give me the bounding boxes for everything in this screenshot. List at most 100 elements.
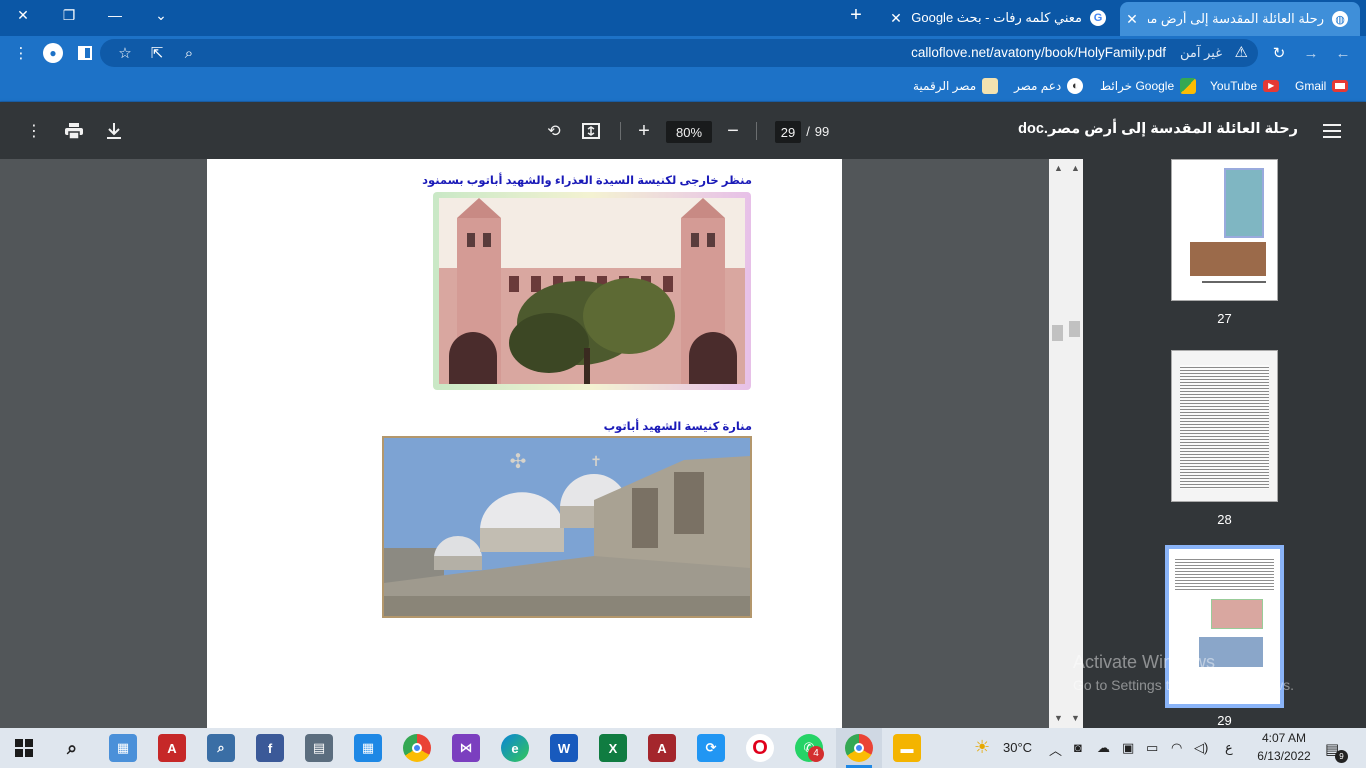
zoom-level[interactable]: 80% — [666, 121, 712, 143]
bookmark-label: Gmail — [1295, 79, 1327, 93]
restore-window-button[interactable]: ❐ — [46, 0, 92, 30]
new-tab-button[interactable]: + — [834, 0, 878, 30]
zoom-out-button[interactable]: − — [722, 120, 744, 142]
battery-icon[interactable]: ▭ — [1146, 740, 1158, 756]
cloud-icon[interactable]: ☁ — [1097, 740, 1110, 756]
caption-church-exterior: منظر خارجى لكنيسة السيدة العذراء والشهيد… — [422, 175, 752, 187]
word-icon[interactable]: W — [550, 734, 578, 762]
calculator-icon[interactable]: ▤ — [305, 734, 333, 762]
language-indicator[interactable]: ع — [1225, 740, 1233, 756]
scroll-thumb[interactable] — [1069, 321, 1080, 337]
side-panel-icon[interactable] — [74, 42, 96, 64]
menu-dots-icon[interactable]: ⋮ — [10, 42, 32, 64]
chrome-icon[interactable] — [403, 734, 431, 762]
pdf-viewer[interactable]: منظر خارجى لكنيسة السيدة العذراء والشهيد… — [0, 159, 1049, 728]
thumb-text-block — [1175, 557, 1274, 591]
volume-icon[interactable]: ◁) — [1194, 740, 1208, 756]
bookmark-gmail[interactable]: Gmail — [1295, 77, 1349, 95]
scroll-up-icon[interactable]: ▲ — [1054, 163, 1063, 173]
thumb-image — [1211, 599, 1263, 629]
search-icon[interactable]: ⌕ — [58, 734, 86, 762]
hamburger-menu-icon[interactable] — [1322, 120, 1342, 142]
edge-icon[interactable]: e — [501, 734, 529, 762]
thumb-image — [1190, 242, 1266, 276]
file-explorer-icon[interactable]: ▬ — [893, 734, 921, 762]
control-panel-icon[interactable]: ▦ — [109, 734, 137, 762]
browser-toolbar: ⋮ ● ☆ ⇱ ⌕ calloflove.net/avatony/book/Ho… — [0, 36, 1366, 70]
excel-icon[interactable]: X — [599, 734, 627, 762]
search-icon[interactable]: ⌕ — [178, 42, 200, 64]
chrome-active-icon[interactable] — [845, 734, 873, 762]
digital-egypt-icon — [982, 78, 999, 94]
share-icon[interactable]: ⇱ — [146, 42, 168, 64]
divider — [756, 122, 757, 140]
church-domes-image: ✣ ✝ — [382, 436, 752, 618]
tab-google-search[interactable]: ✕ معني كلمه رفات - بحث Google G — [884, 0, 1114, 36]
youtube-icon: ▶ — [1263, 80, 1280, 92]
sync-icon[interactable]: ⟳ — [697, 734, 725, 762]
thumbnail-sidebar: 27 28 29 — [1083, 159, 1366, 728]
thumb-image — [1224, 168, 1264, 238]
fit-page-icon[interactable] — [580, 120, 602, 142]
download-icon[interactable] — [103, 120, 125, 142]
warning-icon[interactable]: ⚠ — [1235, 43, 1248, 61]
whatsapp-badge: 4 — [808, 746, 824, 762]
rotate-icon[interactable]: ⟲ — [543, 120, 565, 142]
weather-temp[interactable]: 30°C — [1003, 740, 1032, 755]
clock-date[interactable]: 6/13/2022 — [1252, 749, 1316, 763]
close-tab-icon[interactable]: ✕ — [1124, 11, 1140, 28]
profile-icon[interactable]: ● — [42, 42, 64, 64]
divider — [620, 122, 621, 140]
reload-icon[interactable]: ↻ — [1268, 42, 1290, 64]
back-icon[interactable]: ← — [1332, 42, 1354, 64]
church-exterior-image — [433, 192, 751, 390]
close-window-button[interactable]: ✕ — [0, 0, 46, 30]
calendar-icon[interactable]: ▦ — [354, 734, 382, 762]
thumbnail-page-28[interactable] — [1171, 350, 1278, 502]
minimize-window-button[interactable]: — — [92, 0, 138, 30]
thumbnail-number: 27 — [1217, 311, 1232, 326]
address-bar[interactable]: ☆ ⇱ ⌕ calloflove.net/avatony/book/HolyFa… — [100, 39, 1258, 67]
bookmark-digital-egypt[interactable]: مصر الرقمية — [913, 77, 999, 95]
weather-icon[interactable]: ☀ — [974, 737, 990, 758]
scroll-down-icon[interactable]: ▼ — [1054, 713, 1063, 723]
autocad-icon[interactable]: A — [158, 734, 186, 762]
bookmark-support-egypt[interactable]: دعم مصر ◐ — [1014, 77, 1084, 95]
more-options-icon[interactable]: ⋮ — [24, 120, 44, 142]
tab-holy-family[interactable]: ✕ رحلة العائلة المقدسة إلى أرض مصر ◍ — [1120, 2, 1360, 36]
facebook-icon[interactable]: f — [256, 734, 284, 762]
scroll-up-icon[interactable]: ▲ — [1071, 163, 1080, 173]
close-tab-icon[interactable]: ✕ — [888, 10, 904, 27]
bookmark-youtube[interactable]: YouTube ▶ — [1210, 77, 1280, 95]
bookmark-google-maps[interactable]: خرائط Google — [1100, 77, 1197, 95]
url-text: calloflove.net/avatony/book/HolyFamily.p… — [911, 45, 1166, 60]
bookmark-label: YouTube — [1210, 79, 1258, 93]
thumb-text-block — [1180, 365, 1269, 489]
notification-count: 9 — [1335, 750, 1348, 763]
magnifier-icon[interactable]: ⌕ — [207, 734, 235, 762]
forward-icon[interactable]: → — [1300, 42, 1322, 64]
chevron-up-icon[interactable]: ︿ — [1049, 740, 1062, 759]
bookmark-label: خرائط Google — [1100, 79, 1175, 93]
scroll-down-icon[interactable]: ▼ — [1071, 713, 1080, 723]
bookmark-star-icon[interactable]: ☆ — [114, 42, 136, 64]
scroll-thumb[interactable] — [1052, 325, 1063, 341]
windows-start-icon[interactable] — [10, 734, 38, 762]
thumbnail-number: 29 — [1217, 713, 1232, 728]
page-total: 99 — [814, 123, 830, 139]
clock-time[interactable]: 4:07 AM — [1252, 731, 1316, 745]
opera-icon[interactable]: O — [746, 734, 774, 762]
visual-studio-icon[interactable]: ⋈ — [452, 734, 480, 762]
thumbnail-page-27[interactable] — [1171, 159, 1278, 301]
access-icon[interactable]: A — [648, 734, 676, 762]
security-label[interactable]: غير آمن — [1180, 45, 1222, 61]
wifi-icon[interactable]: ◠ — [1171, 740, 1182, 756]
viewer-scrollbar[interactable]: ▲ ▲ ▼ ▼ — [1049, 159, 1083, 728]
print-icon[interactable] — [63, 120, 85, 142]
camera-icon[interactable]: ◙ — [1074, 740, 1082, 755]
zoom-in-button[interactable]: + — [633, 120, 655, 142]
activation-watermark-subtitle: Go to Settings to activate Windows. — [1073, 677, 1294, 693]
tab-search-button[interactable]: ⌄ — [138, 0, 184, 30]
device-icon[interactable]: ▣ — [1122, 740, 1134, 756]
page-number-input[interactable]: 29 — [775, 121, 801, 143]
